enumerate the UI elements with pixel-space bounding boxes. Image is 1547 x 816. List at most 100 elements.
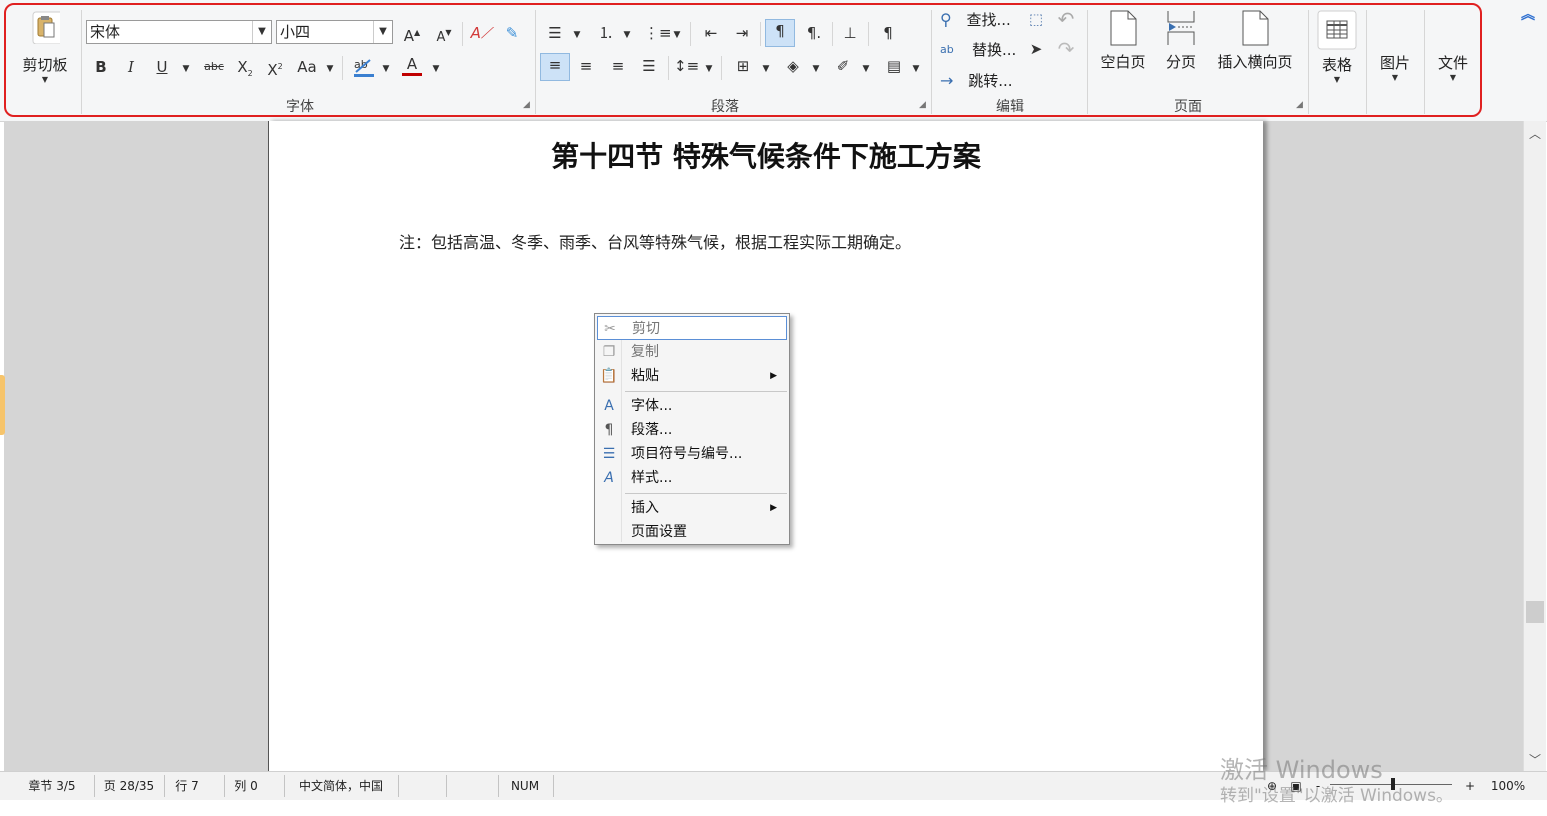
vertical-scrollbar[interactable]: ︿ ﹀ [1523,121,1546,771]
show-marks-button[interactable]: ¶ [876,22,900,44]
font-size-combo[interactable]: 小四 ▼ [276,20,393,44]
menu-item-label: 项目符号与编号... [631,446,743,462]
menu-item-copy[interactable]: ❐ 复制 [597,340,787,364]
separator [462,22,463,46]
redo-button[interactable]: ↷ [1054,38,1078,60]
subscript-button[interactable]: X2 [234,56,256,85]
undo-button[interactable]: ↶ [1054,8,1078,30]
clear-format-button[interactable]: A⟋ [468,22,494,44]
chevron-down-icon[interactable]: ▼ [760,58,772,80]
chevron-down-icon[interactable]: ▼ [810,58,822,80]
line-weight-icon: ▤ [886,57,902,75]
menu-item-paste[interactable]: 📋 粘贴 ▶ [597,364,787,388]
cursor-arrow-icon: ➤ [1029,40,1043,58]
menu-item-paragraph[interactable]: ¶ 段落... [597,418,787,442]
replace-label: 替换... [972,41,1017,59]
line-weight-button[interactable]: ▤ [882,55,906,77]
scrollbar-thumb[interactable] [1526,601,1544,623]
select-objects-button[interactable]: ➤ [1024,38,1048,60]
separator [224,775,225,797]
numbered-list-icon: ☰ [602,446,616,462]
file-button[interactable]: 文件 ▼ [1428,52,1478,83]
chevron-down-icon[interactable]: ▼ [860,58,872,80]
font-group-label: 字体 [286,99,314,115]
scroll-up-icon[interactable]: ︿ [1524,125,1546,142]
shrink-font-button[interactable]: A▼ [432,22,456,49]
bullets-button[interactable]: ☰ [543,22,567,44]
picture-button[interactable]: 图片 ▼ [1370,52,1420,83]
format-painter-icon: ✎ [505,24,519,42]
chevron-down-icon[interactable]: ▼ [703,58,715,80]
menu-item-cut[interactable]: ✂ 剪切 [597,316,787,340]
align-center-button[interactable]: ≡ [574,55,598,77]
select-all-button[interactable]: ⬚ [1024,8,1048,30]
chevron-down-icon[interactable]: ▼ [324,58,336,80]
font-name-combo[interactable]: 宋体 ▼ [86,20,272,44]
bold-button[interactable]: B [90,56,112,78]
document-heading[interactable]: 第十四节 特殊气候条件下施工方案 [269,135,1263,175]
scroll-down-icon[interactable]: ﹀ [1524,751,1546,768]
rtl-direction-button[interactable]: ¶. [802,22,826,44]
shading-button[interactable]: ◈ [780,55,806,77]
sort-button[interactable]: ⊥ [838,22,862,44]
chevron-down-icon[interactable]: ▼ [373,21,392,43]
menu-item-style[interactable]: A 样式... [597,466,787,490]
table-button[interactable]: 表格 ▼ [1312,10,1362,85]
menu-item-page-setup[interactable]: 页面设置 [597,520,787,544]
superscript-button[interactable]: X2 [264,56,286,81]
align-left-button[interactable]: ≡ [540,53,570,81]
landscape-page-label: 插入横向页 [1217,53,1293,71]
multilevel-list-button[interactable]: ⋮≡ [644,22,672,44]
font-size-value: 小四 [280,23,311,41]
clipboard-button[interactable]: 剪切板 ▼ [14,10,76,85]
menu-item-bullets-numbering[interactable]: ☰ 项目符号与编号... [597,442,787,466]
find-button[interactable]: ⚲ 查找... [940,9,1011,30]
menu-item-insert[interactable]: 插入 ▶ [597,496,787,520]
grow-font-button[interactable]: A▲ [400,22,424,47]
change-case-button[interactable]: Aa [294,56,320,78]
justify-icon: ☰ [642,57,656,75]
menu-item-font[interactable]: A 字体... [597,394,787,418]
underline-button[interactable]: U [150,56,174,78]
zoom-level[interactable]: 100% [1486,772,1530,800]
insert-landscape-page-button[interactable]: 插入横向页 [1210,10,1300,72]
chevron-down-icon[interactable]: ▼ [671,24,683,46]
grow-font-icon: A [403,27,415,45]
chevron-down-icon[interactable]: ▼ [571,24,583,46]
goto-button[interactable]: → 跳转... [940,70,1013,91]
chevron-down-icon[interactable]: ▼ [380,58,392,80]
menu-item-label: 插入 [631,500,659,516]
chevron-down-icon[interactable]: ▼ [910,58,922,80]
decrease-indent-button[interactable]: ⇤ [699,22,723,44]
borders-button[interactable]: ⊞ [731,55,755,77]
numbering-button[interactable]: ⒈ [594,22,618,44]
goto-label: 跳转... [968,72,1013,90]
line-spacing-button[interactable]: ↕≡ [674,55,699,77]
chevron-down-icon[interactable]: ▼ [430,58,442,80]
menu-item-label: 复制 [631,344,659,360]
increase-indent-button[interactable]: ⇥ [730,22,754,44]
side-panel-tab[interactable] [0,375,5,435]
border-color-button[interactable]: ✐ [830,55,856,77]
paragraph-dialog-launcher-icon[interactable]: ◢ [919,100,926,110]
italic-button[interactable]: I [120,56,142,78]
zoom-in-button[interactable]: + [1462,772,1478,800]
format-painter-button[interactable]: ✎ [500,22,524,44]
font-color-button[interactable]: A [400,55,424,76]
blank-page-button[interactable]: 空白页 [1094,10,1152,72]
font-dialog-launcher-icon[interactable]: ◢ [523,100,530,110]
chevron-down-icon[interactable]: ▼ [621,24,633,46]
strikethrough-button[interactable]: abc [200,56,228,78]
ltr-direction-button[interactable]: ¶ [765,19,795,47]
chevron-down-icon[interactable]: ▼ [180,58,192,80]
separator [868,22,869,46]
justify-button[interactable]: ☰ [637,55,661,77]
pages-dialog-launcher-icon[interactable]: ◢ [1296,100,1303,110]
chevron-down-icon[interactable]: ▼ [252,21,271,43]
page-break-button[interactable]: 分页 [1158,10,1204,72]
highlight-button[interactable]: ab [350,56,378,84]
collapse-ribbon-button[interactable]: ︽ [1516,4,1540,26]
document-note-paragraph[interactable]: 注：包括高温、冬季、雨季、台风等特殊气候，根据工程实际工期确定。 [399,229,911,253]
replace-button[interactable]: ab 替换... [940,39,1016,59]
align-right-button[interactable]: ≡ [606,55,630,77]
